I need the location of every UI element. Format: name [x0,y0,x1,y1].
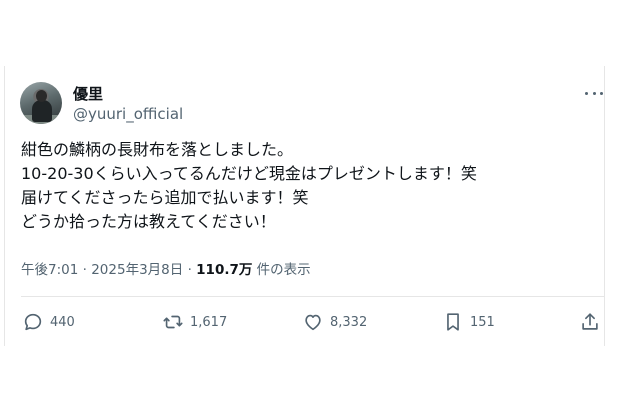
more-horizontal-icon[interactable] [585,86,603,100]
meta-separator: · [82,262,87,278]
share-button[interactable] [579,310,601,334]
tweet-text: 紺色の鱗柄の長財布を落としました。 10-20-30くらい入ってるんだけど現金は… [21,138,591,234]
more-dot [600,91,603,95]
avatar-head [36,90,47,102]
tweet-line: 10-20-30くらい入ってるんだけど現金はプレゼントします！笑 [21,164,477,183]
reply-count: 440 [50,314,75,330]
divider [21,296,604,297]
tweet-card: 優里 @yuuri_official 紺色の鱗柄の長財布を落としました。 10-… [4,66,605,346]
tweet-line: どうか拾った方は教えてください！ [21,212,276,231]
reply-button[interactable]: 440 [22,310,75,334]
more-dot [585,91,588,95]
reply-icon [22,311,44,333]
user-handle[interactable]: @yuuri_official [73,105,183,123]
tweet-date[interactable]: 2025年3月8日 [91,262,183,278]
retweet-count: 1,617 [190,314,228,330]
views-label: 件の表示 [256,262,311,278]
like-button[interactable]: 8,332 [302,310,367,334]
share-icon [579,311,601,333]
bookmark-count: 151 [470,314,495,330]
bookmark-button[interactable]: 151 [442,310,495,334]
display-name[interactable]: 優里 [73,83,103,104]
tweet-line: 紺色の鱗柄の長財布を落としました。 [21,140,294,159]
avatar[interactable] [20,82,62,124]
heart-icon [302,311,324,333]
more-dot [592,91,596,95]
like-count: 8,332 [330,314,368,330]
meta-separator: · [187,262,192,278]
retweet-button[interactable]: 1,617 [162,310,227,334]
avatar-figure [32,100,52,122]
views-count: 110.7万 [196,262,253,278]
retweet-icon [162,311,184,333]
tweet-time[interactable]: 午後7:01 [21,262,78,278]
tweet-line: 届けてくださったら追加で払います！笑 [21,188,309,207]
tweet-meta: 午後7:01 · 2025年3月8日 · 110.7万 件の表示 [21,258,311,278]
bookmark-icon [442,311,464,333]
